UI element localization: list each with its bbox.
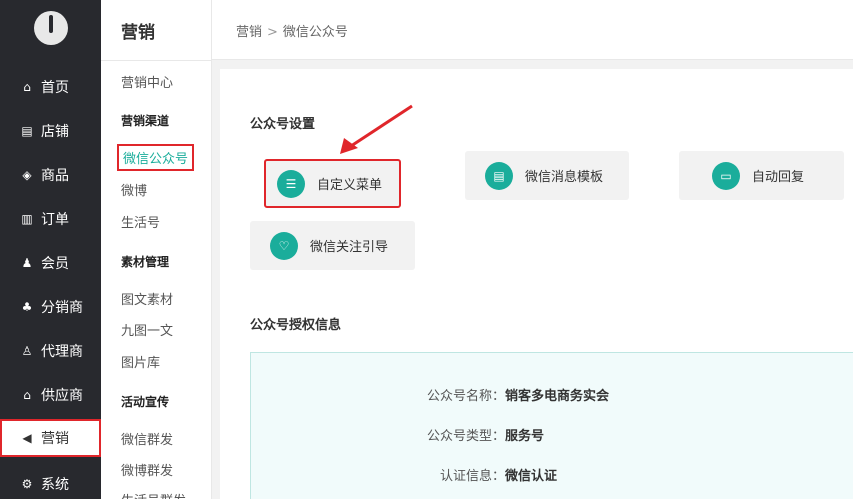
- info-row-cert: 认证信息：微信认证: [385, 465, 557, 484]
- nav-item-member[interactable]: ♟ 会员: [0, 241, 101, 285]
- nav-item-supplier[interactable]: ⌂ 供应商: [0, 373, 101, 417]
- app-logo[interactable]: [34, 11, 68, 45]
- info-label: 认证信息：: [439, 469, 505, 484]
- annotation-arrow-icon: [340, 104, 413, 154]
- nav-item-label: 营销: [41, 431, 69, 447]
- member-icon: ♟: [21, 256, 33, 270]
- info-value: 销客多电商务实会: [505, 389, 610, 404]
- sub-item-nine-grid[interactable]: 九图一文: [121, 320, 173, 339]
- nav-item-label: 订单: [41, 212, 69, 228]
- supplier-icon: ⌂: [23, 388, 31, 402]
- sub-item-weibo-mass[interactable]: 微博群发: [121, 460, 173, 479]
- agent-icon: ♙: [21, 344, 33, 358]
- info-value: 微信认证: [505, 469, 558, 484]
- nav-item-label: 会员: [41, 256, 69, 272]
- nav-item-goods[interactable]: ◈ 商品: [0, 153, 101, 197]
- nav-item-system[interactable]: ⚙ 系统: [0, 462, 101, 499]
- chat-icon: ▭: [712, 161, 740, 190]
- nav-item-label: 代理商: [41, 344, 83, 360]
- breadcrumb-current: 微信公众号: [282, 25, 348, 40]
- custom-menu-button[interactable]: ☰ 自定义菜单: [264, 159, 401, 208]
- divider: [101, 60, 212, 61]
- template-icon: ▤: [485, 161, 513, 190]
- order-icon: ▥: [21, 212, 33, 226]
- heart-plus-icon: ♡: [270, 231, 298, 260]
- sub-item-life-account[interactable]: 生活号: [121, 212, 160, 231]
- message-template-button[interactable]: ▤ 微信消息模板: [465, 151, 629, 200]
- nav-item-label: 商品: [41, 168, 69, 184]
- info-row-type: 公众号类型：服务号: [385, 425, 544, 444]
- sub-item-life-mass[interactable]: 生活号群发: [121, 490, 186, 499]
- info-label: 公众号名称：: [426, 389, 505, 404]
- main-nav: ⌂ 首页 ▤ 店铺 ◈ 商品 ▥ 订单 ♟ 会员 ♣ 分销商 ♙ 代理商 ⌂ 供…: [0, 0, 101, 499]
- nav-item-distributor[interactable]: ♣ 分销商: [0, 285, 101, 329]
- gear-icon: ⚙: [21, 477, 33, 491]
- follow-guide-button[interactable]: ♡ 微信关注引导: [250, 221, 415, 270]
- nav-item-store[interactable]: ▤ 店铺: [0, 109, 101, 153]
- sub-menu-title: 营销: [121, 23, 155, 43]
- custom-menu-label: 自定义菜单: [317, 178, 383, 193]
- nav-item-order[interactable]: ▥ 订单: [0, 197, 101, 241]
- nav-item-label: 店铺: [41, 124, 69, 140]
- nav-item-label: 分销商: [41, 300, 83, 316]
- sub-group-channels: 营销渠道: [121, 114, 170, 128]
- info-label: 公众号类型：: [426, 429, 505, 444]
- main-panel: 公众号设置 ☰ 自定义菜单 ▤ 微信消息模板 ▭ 自动回复 ♡ 微信关注引导 公…: [220, 69, 853, 499]
- nav-item-label: 系统: [41, 477, 69, 493]
- sub-item-wechat-mp[interactable]: 微信公众号: [117, 144, 195, 171]
- auth-section-title: 公众号授权信息: [250, 318, 342, 333]
- home-icon: ⌂: [23, 80, 31, 94]
- breadcrumb-root[interactable]: 营销: [236, 25, 262, 40]
- top-bar: 营销 > 微信公众号: [212, 0, 853, 60]
- settings-section-title: 公众号设置: [250, 117, 316, 132]
- nav-item-agent[interactable]: ♙ 代理商: [0, 329, 101, 373]
- sub-group-promo: 活动宣传: [121, 395, 170, 409]
- sub-item-rich-material[interactable]: 图文素材: [121, 289, 173, 308]
- auto-reply-button[interactable]: ▭ 自动回复: [679, 151, 844, 200]
- breadcrumb: 营销 > 微信公众号: [236, 21, 348, 40]
- nav-item-home[interactable]: ⌂ 首页: [0, 65, 101, 109]
- sub-item-image-library[interactable]: 图片库: [121, 352, 160, 371]
- goods-icon: ◈: [22, 168, 32, 182]
- auto-reply-label: 自动回复: [752, 170, 805, 185]
- sub-item-marketing-center[interactable]: 营销中心: [121, 72, 173, 91]
- follow-guide-label: 微信关注引导: [310, 240, 389, 255]
- sub-menu: 营销 营销中心 营销渠道 微信公众号 微博 生活号 素材管理 图文素材 九图一文…: [101, 0, 212, 499]
- sub-item-wechat-mass[interactable]: 微信群发: [121, 429, 173, 448]
- list-icon: ☰: [277, 169, 305, 198]
- breadcrumb-separator: >: [267, 25, 278, 40]
- store-icon: ▤: [21, 124, 33, 138]
- message-template-label: 微信消息模板: [525, 170, 604, 185]
- auth-info-box: 公众号名称：销客多电商务实会 公众号类型：服务号 认证信息：微信认证: [250, 352, 853, 499]
- info-value: 服务号: [505, 429, 545, 444]
- sub-group-materials: 素材管理: [121, 255, 170, 269]
- info-row-name: 公众号名称：销客多电商务实会: [385, 385, 609, 404]
- sub-item-weibo[interactable]: 微博: [121, 180, 147, 199]
- nav-item-marketing[interactable]: ◀ 营销: [0, 419, 101, 457]
- megaphone-icon: ◀: [22, 431, 32, 445]
- nav-item-label: 首页: [41, 80, 69, 96]
- distributor-icon: ♣: [21, 300, 33, 314]
- nav-item-label: 供应商: [41, 388, 83, 404]
